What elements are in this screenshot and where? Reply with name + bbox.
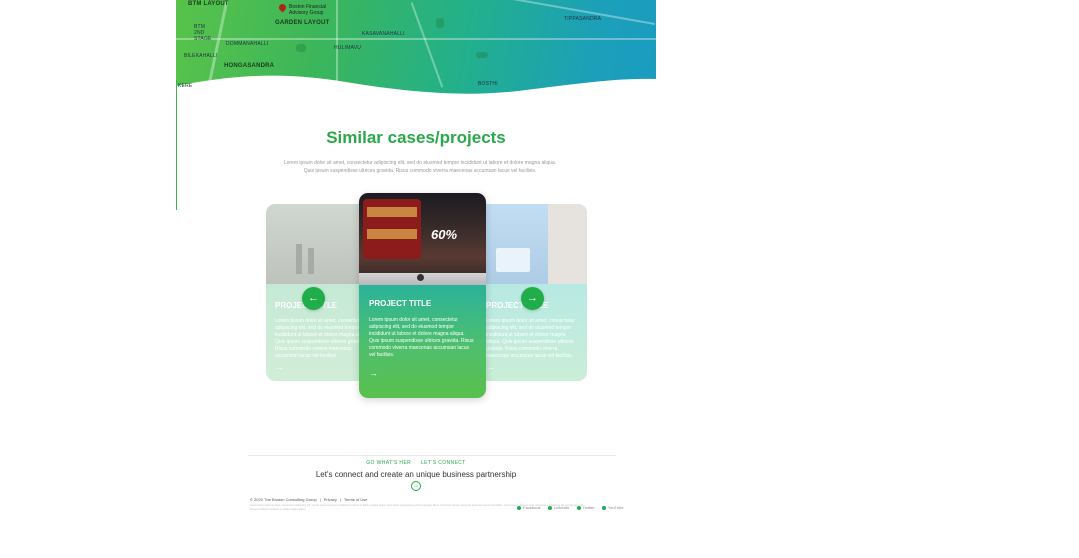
project-card-active[interactable]: 60% PROJECT TITLE Lorem ipsum dolor sit …	[359, 193, 486, 398]
chart-graphic	[496, 248, 530, 272]
person-silhouette	[308, 248, 314, 274]
promo-text: 60%	[431, 227, 458, 242]
map-label: BILEKAHALLI	[184, 53, 218, 59]
carousel-next-button[interactable]: →	[521, 287, 544, 310]
person-silhouette	[296, 244, 302, 274]
map-label: HULIMAVU	[334, 45, 362, 51]
footer-divider	[248, 455, 616, 456]
map-park	[296, 44, 306, 52]
connect-arrow-button[interactable]: →	[411, 481, 421, 491]
privacy-link[interactable]: Privacy	[324, 497, 337, 502]
location-map[interactable]: BTM LAYOUT GARDEN LAYOUT BTM 2ND STAGE B…	[176, 0, 656, 100]
wave-divider	[176, 75, 656, 100]
footer-fine-print: Lorem ipsum dolor sit amet, consectetur …	[250, 504, 584, 511]
apple-logo-icon	[417, 274, 424, 281]
map-label: TIPPASANDRA	[564, 16, 602, 22]
map-park	[436, 18, 444, 28]
footer-links: GO WHAT'S HER LET'S CONNECT	[176, 460, 656, 466]
copyright-text: © 2020 The Boston Consulting Group	[250, 497, 317, 502]
map-label: DOMMANAHALLI	[226, 41, 269, 47]
map-park	[476, 52, 488, 58]
map-label: BTM 2ND STAGE	[194, 24, 212, 42]
card-body: PROJECT TITLE Lorem ipsum dolor sit amet…	[359, 285, 486, 398]
carousel-prev-button[interactable]: ←	[302, 287, 325, 310]
project-image: 60%	[359, 193, 486, 285]
arrow-right-icon[interactable]: →	[369, 368, 378, 378]
bus-graphic	[363, 199, 421, 259]
building-graphic	[548, 204, 587, 284]
footer-link[interactable]: LET'S CONNECT	[421, 460, 466, 466]
terms-link[interactable]: Terms of Use	[344, 497, 368, 502]
map-pin-label: Boston Financial Advisory Group	[289, 4, 326, 16]
card-description: Lorem ipsum dolor sit amet, consectetur …	[369, 317, 474, 358]
map-road	[176, 38, 656, 40]
map-pin-icon[interactable]	[277, 2, 288, 13]
arrow-right-icon[interactable]: →	[486, 362, 495, 372]
footer-tagline: Let's connect and create an unique busin…	[315, 470, 517, 479]
map-label: KERE	[178, 83, 193, 89]
bus-window	[367, 229, 417, 239]
map-label: BTM LAYOUT	[188, 1, 229, 7]
bus-window	[367, 207, 417, 217]
youtube-link[interactable]: YouTube	[601, 505, 624, 510]
footer-link[interactable]: GO WHAT'S HER	[366, 460, 411, 466]
footer-copyright-row: © 2020 The Boston Consulting Group | Priva…	[250, 497, 368, 502]
youtube-icon	[601, 505, 606, 510]
social-label: YouTube	[607, 505, 624, 510]
map-label: GARDEN LAYOUT	[275, 20, 330, 26]
card-title: PROJECT TITLE	[369, 299, 432, 308]
section-title: Similar cases/projects	[326, 128, 506, 147]
card-description: Lorem ipsum dolor sit amet, consectetur …	[486, 318, 575, 359]
map-label: KASAVANAHALLI	[362, 31, 405, 37]
arrow-right-icon[interactable]: →	[275, 362, 284, 372]
section-subtitle: Lorem ipsum dolor sit amet, consectetur …	[283, 160, 557, 174]
